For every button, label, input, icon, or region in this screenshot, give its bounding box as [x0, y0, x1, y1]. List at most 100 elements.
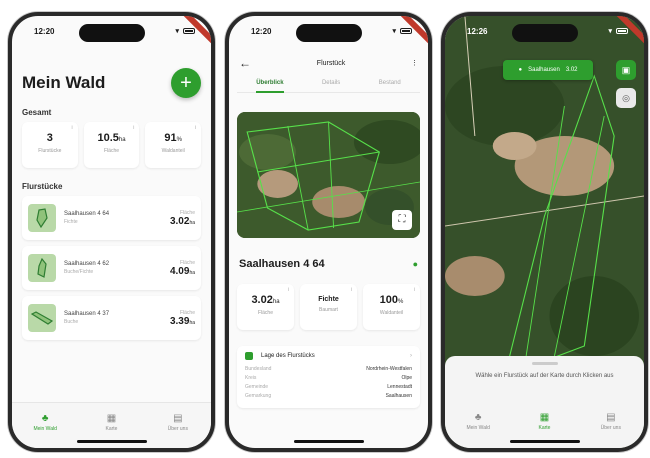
stat-label: Fläche	[257, 310, 273, 316]
parcel-title-row: Saalhausen 4 64 ●	[239, 258, 418, 270]
parcel-name: Saalhausen 4 62	[64, 261, 110, 267]
location-row: Gemarkung Saalhausen	[245, 393, 412, 399]
stat-unit: ha	[272, 299, 280, 305]
pill-name: Saalhausen	[528, 67, 560, 73]
dynamic-island	[78, 24, 145, 42]
detail-tabs: Überblick Details Bestand	[237, 80, 420, 93]
location-key: Bundesland	[245, 366, 272, 372]
sheet-message: Wähle ein Flurstück auf der Karte durch …	[475, 373, 614, 379]
parcel-subtitle: Buche	[64, 319, 79, 325]
parcel-subtitle: Fichte	[64, 219, 78, 225]
stat-unit: %	[176, 137, 182, 143]
chevron-icon: ›	[410, 353, 412, 359]
home-indicator	[509, 440, 580, 443]
location-key: Gemeinde	[245, 384, 269, 390]
parcel-name: Saalhausen 4 64	[64, 211, 110, 217]
location-icon	[245, 352, 253, 360]
forest-icon: ♣	[41, 413, 49, 424]
info-icon: i	[133, 125, 135, 131]
parcel-thumbnail	[28, 204, 56, 232]
section-parcels-label: Flurstücke	[22, 182, 63, 191]
map-icon: ▦	[539, 412, 550, 423]
stat-card[interactable]: i 100% Waldanteil	[363, 284, 420, 330]
selected-parcel-pill[interactable]: ● Saalhausen 3.02	[503, 60, 593, 80]
location-key: Kreis	[245, 375, 257, 381]
info-icon: i	[350, 287, 352, 293]
location-value: Lennestadt	[387, 384, 412, 390]
parcel-item[interactable]: Saalhausen 4 37 Buche Fläche 3.39ha	[22, 296, 201, 340]
parcel-area-unit: ha	[189, 219, 195, 226]
info-icon: i	[413, 287, 415, 293]
debug-ribbon	[177, 16, 211, 50]
tab-my-forest[interactable]: ♣ Mein Wald	[25, 413, 65, 448]
stat-value: 10.5	[97, 132, 119, 144]
parcel-area: 4.09	[169, 265, 190, 277]
pin-icon[interactable]: ●	[413, 259, 418, 269]
home-indicator	[76, 440, 147, 443]
tab-overview[interactable]: Überblick	[256, 80, 284, 93]
status-time: 12:26	[467, 26, 488, 36]
info-icon: i	[71, 125, 73, 131]
parcel-title: Saalhausen 4 64	[239, 258, 325, 270]
parcel-subtitle: Buche/Fichte	[64, 269, 94, 275]
pin-icon: ●	[518, 67, 523, 73]
stat-label: Flurstücke	[38, 148, 62, 154]
tab-label: Mein Wald	[466, 425, 490, 431]
header-title: Flurstück	[316, 59, 346, 67]
parcel-stats: i 3.02ha Fläche i Fichte Baumart i 100% Waldan…	[237, 284, 420, 330]
stat-card[interactable]: i Fichte Baumart	[300, 284, 357, 330]
location-key: Gemarkung	[245, 393, 272, 399]
tab-stand[interactable]: Bestand	[379, 80, 401, 86]
home-indicator	[293, 440, 364, 443]
tab-details[interactable]: Details	[322, 80, 340, 86]
more-icon[interactable]: ⋮	[411, 59, 418, 67]
stat-value: 91	[164, 132, 177, 144]
parcel-item[interactable]: Saalhausen 4 62 Buche/Fichte Fläche 4.09ha	[22, 246, 201, 290]
location-card[interactable]: Lage des Flurstücks › Bundesland Nordrhein…	[237, 346, 420, 408]
parcel-item[interactable]: Saalhausen 4 64 Fichte Fläche 3.02ha	[22, 196, 201, 240]
tab-about[interactable]: ▤ Über uns	[158, 413, 198, 448]
tab-my-forest[interactable]: ♣ Mein Wald	[458, 412, 498, 448]
detail-header: ← Flurstück ⋮	[229, 50, 428, 76]
parcel-thumbnail	[28, 254, 56, 282]
info-icon: ▤	[606, 412, 616, 423]
pill-area: 3.02	[565, 67, 578, 73]
parcel-list: Saalhausen 4 64 Fichte Fläche 3.02ha Saalh…	[22, 196, 201, 340]
map-icon: ▦	[106, 413, 117, 424]
stat-card[interactable]: i 3 Flurstücke	[22, 122, 78, 168]
stat-card[interactable]: i 91% Waldanteil	[145, 122, 202, 168]
expand-icon[interactable]: ⛶	[392, 210, 412, 230]
parcel-area: 3.39	[169, 315, 190, 327]
phone-parcel-detail: 12:20 ▾ ← Flurstück ⋮ Überblick Details …	[225, 12, 432, 452]
back-icon[interactable]: ←	[239, 56, 251, 70]
my-forest-content: Mein Wald + Gesamt i 3 Flurstücke i 10.5ha F…	[22, 50, 202, 346]
location-value: Nordrhein-Westfalen	[366, 366, 412, 372]
satellite-map[interactable]: ⛶	[237, 112, 420, 238]
info-icon: ▤	[173, 413, 183, 424]
section-total-label: Gesamt	[22, 108, 52, 117]
stat-label: Fläche	[104, 148, 120, 154]
parcel-area-unit: ha	[189, 269, 195, 276]
location-value: Olpe	[401, 375, 412, 381]
sheet-handle[interactable]	[531, 362, 558, 365]
stat-label: Baumart	[319, 307, 338, 313]
stat-card[interactable]: i 10.5ha Fläche	[83, 122, 140, 168]
phone-map: 12:26 ▾ ● Saalhausen 3.02 ▣ ◎ Wähle ein …	[441, 12, 648, 452]
stat-unit: %	[398, 299, 404, 305]
parcel-area-unit: ha	[189, 319, 195, 326]
stat-value: 3	[46, 132, 53, 144]
stat-unit: ha	[118, 137, 126, 143]
layers-icon[interactable]: ▣	[616, 60, 636, 80]
stat-card[interactable]: i 3.02ha Fläche	[237, 284, 294, 330]
stat-value: 100	[379, 294, 398, 306]
tab-about[interactable]: ▤ Über uns	[591, 412, 631, 448]
dynamic-island	[295, 24, 362, 42]
locate-icon[interactable]: ◎	[616, 88, 636, 108]
stat-value: Fichte	[318, 296, 339, 303]
location-row: Gemeinde Lennestadt	[245, 384, 412, 390]
tab-label: Karte	[538, 425, 551, 431]
debug-ribbon	[394, 16, 428, 50]
stat-value: 3.02	[251, 294, 273, 306]
add-parcel-button[interactable]: +	[171, 68, 201, 98]
location-row: Kreis Olpe	[245, 375, 412, 381]
